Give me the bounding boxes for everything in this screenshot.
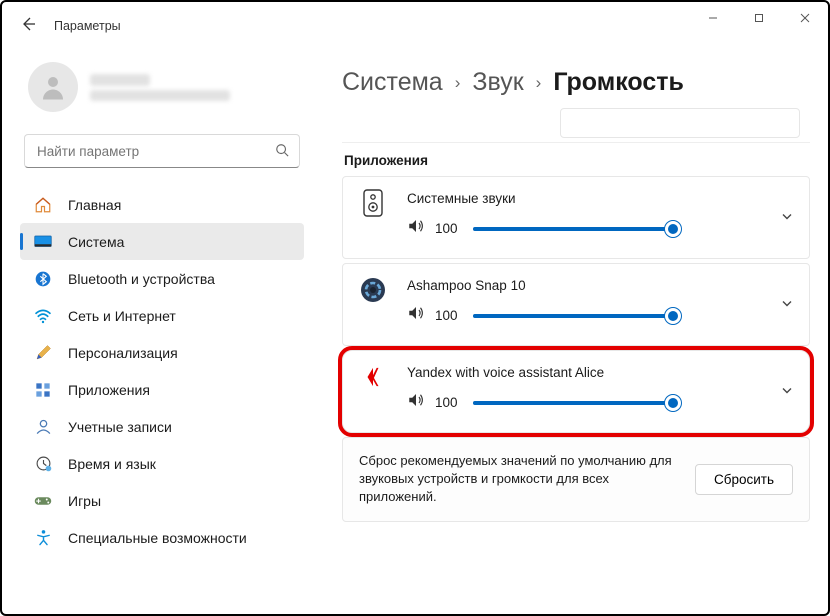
volume-icon	[407, 217, 425, 240]
close-button[interactable]	[782, 2, 828, 34]
sidebar-item-accounts[interactable]: Учетные записи	[20, 408, 304, 445]
sidebar-item-label: Главная	[68, 197, 121, 213]
reset-card: Сброс рекомендуемых значений по умолчани…	[342, 437, 810, 522]
apps-icon	[34, 381, 52, 399]
sidebar-item-system[interactable]: Система	[20, 223, 304, 260]
sidebar-item-label: Приложения	[68, 382, 150, 398]
breadcrumb-current: Громкость	[553, 68, 684, 97]
sidebar-item-label: Специальные возможности	[68, 530, 247, 546]
volume-value: 100	[435, 221, 463, 236]
app-volume-card[interactable]: Ashampoo Snap 10 100	[342, 263, 810, 346]
breadcrumb: Система › Звук › Громкость	[342, 68, 810, 97]
maximize-button[interactable]	[736, 2, 782, 34]
main: Система › Звук › Громкость Приложения Си…	[312, 44, 828, 612]
volume-slider[interactable]	[473, 401, 673, 405]
sidebar-item-apps[interactable]: Приложения	[20, 371, 304, 408]
home-icon	[34, 196, 52, 214]
system-icon	[34, 233, 52, 251]
app-title: Yandex with voice assistant Alice	[407, 365, 793, 380]
avatar	[28, 62, 78, 112]
chevron-down-icon[interactable]	[781, 384, 793, 399]
chevron-down-icon[interactable]	[781, 210, 793, 225]
reset-button[interactable]: Сбросить	[695, 464, 793, 495]
app-title: Ashampoo Snap 10	[407, 278, 793, 293]
chevron-right-icon: ›	[455, 73, 461, 93]
chevron-down-icon[interactable]	[781, 297, 793, 312]
search-box[interactable]	[24, 134, 300, 168]
volume-slider[interactable]	[473, 227, 673, 231]
user-name-hidden	[90, 74, 150, 86]
volume-icon	[407, 391, 425, 414]
sidebar-item-label: Время и язык	[68, 456, 156, 472]
sidebar-item-home[interactable]: Главная	[20, 186, 304, 223]
search-input[interactable]	[35, 143, 275, 160]
volume-value: 100	[435, 395, 463, 410]
breadcrumb-item[interactable]: Звук	[472, 68, 523, 97]
back-button[interactable]	[20, 16, 36, 36]
sidebar-item-personalization[interactable]: Персонализация	[20, 334, 304, 371]
speaker-device-icon	[359, 189, 387, 217]
device-dropdown[interactable]	[560, 108, 800, 138]
minimize-button[interactable]	[690, 2, 736, 34]
reset-description: Сброс рекомендуемых значений по умолчани…	[359, 452, 675, 507]
window-title: Параметры	[54, 19, 121, 33]
search-icon	[275, 143, 289, 160]
gamepad-icon	[34, 492, 52, 510]
sidebar-item-label: Сеть и Интернет	[68, 308, 176, 324]
accessibility-icon	[34, 529, 52, 547]
volume-icon	[407, 304, 425, 327]
yandex-icon	[359, 363, 387, 391]
sidebar-item-bluetooth[interactable]: Bluetooth и устройства	[20, 260, 304, 297]
nav: Главная Система Bluetooth и устройства С…	[20, 186, 304, 556]
output-device-row-cutoff	[342, 103, 810, 143]
sidebar-item-label: Bluetooth и устройства	[68, 271, 215, 287]
wifi-icon	[34, 307, 52, 325]
bluetooth-icon	[34, 270, 52, 288]
app-volume-card[interactable]: Системные звуки 100	[342, 176, 810, 259]
sidebar-item-label: Игры	[68, 493, 101, 509]
sidebar-item-label: Система	[68, 234, 124, 250]
chevron-right-icon: ›	[536, 73, 542, 93]
sidebar-item-time[interactable]: Время и язык	[20, 445, 304, 482]
breadcrumb-item[interactable]: Система	[342, 68, 443, 97]
sidebar-item-accessibility[interactable]: Специальные возможности	[20, 519, 304, 556]
ashampoo-icon	[359, 276, 387, 304]
brush-icon	[34, 344, 52, 362]
user-email-hidden	[90, 90, 230, 101]
user-block[interactable]	[20, 44, 304, 134]
sidebar-item-label: Персонализация	[68, 345, 178, 361]
account-icon	[34, 418, 52, 436]
sidebar: Главная Система Bluetooth и устройства С…	[2, 44, 312, 612]
sidebar-item-label: Учетные записи	[68, 419, 172, 435]
app-volume-card-highlighted[interactable]: Yandex with voice assistant Alice 100	[342, 350, 810, 433]
sidebar-item-gaming[interactable]: Игры	[20, 482, 304, 519]
window-controls	[690, 2, 828, 34]
user-text	[90, 74, 230, 101]
clock-icon	[34, 455, 52, 473]
volume-slider[interactable]	[473, 314, 673, 318]
volume-value: 100	[435, 308, 463, 323]
sidebar-item-network[interactable]: Сеть и Интернет	[20, 297, 304, 334]
section-label-apps: Приложения	[344, 153, 810, 168]
app-title: Системные звуки	[407, 191, 793, 206]
